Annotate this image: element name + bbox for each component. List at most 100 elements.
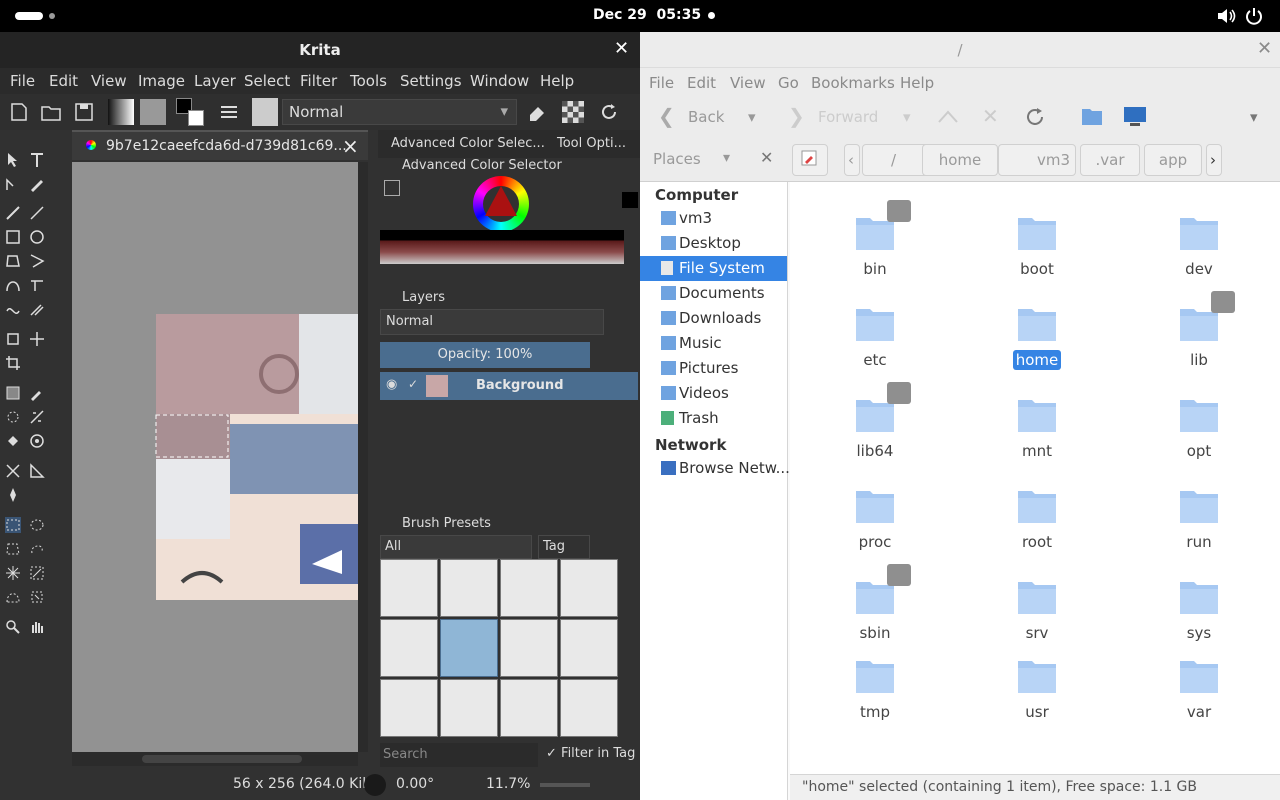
canvas-vertical-scrollbar[interactable] [358,162,368,752]
gradient-selector[interactable] [108,99,134,125]
layer-row[interactable]: ◉ ✓ Background [380,372,638,400]
power-icon[interactable] [1245,7,1263,25]
bezier-selection-icon[interactable] [5,589,21,605]
sidebar-item-downloads[interactable]: Downloads [640,306,787,331]
sidebar-item-desktop[interactable]: Desktop [640,231,787,256]
freehand-brush-icon[interactable] [5,205,21,221]
polygon-tool-icon[interactable] [5,253,21,269]
brush-preset-icon[interactable] [252,98,278,126]
scroll-thumb[interactable] [142,755,302,763]
forward-button[interactable]: Forward [818,108,878,126]
color-shade-selector[interactable] [380,230,624,264]
sidebar-item-documents[interactable]: Documents [640,281,787,306]
brush-preset[interactable] [380,679,438,737]
reload-icon[interactable] [598,101,620,123]
breadcrumb-vm3[interactable]: vm3 [998,144,1076,176]
brush-preset[interactable] [380,559,438,617]
calligraphy-icon[interactable] [29,176,45,192]
krita-menu-tools[interactable]: Tools [350,72,387,90]
files-menu-bookmarks[interactable]: Bookmarks [811,74,895,92]
places-label[interactable]: Places [653,150,701,168]
folder-item-opt[interactable]: opt [1139,372,1259,460]
up-arrow-icon[interactable] [937,108,959,124]
krita-menu-window[interactable]: Window [470,72,529,90]
files-menu-help[interactable]: Help [900,74,934,92]
sidebar-item-trash[interactable]: Trash [640,406,787,431]
sidebar-item-browse-network[interactable]: Browse Netw... [640,456,790,481]
freehand-selection-icon[interactable] [29,541,45,557]
canvas-area[interactable] [72,162,358,752]
krita-menu-layer[interactable]: Layer [194,72,236,90]
folder-item-lib[interactable]: lib [1139,281,1259,369]
sidebar-item-file-system[interactable]: File System [640,256,787,281]
reload-icon[interactable] [1023,105,1047,129]
measure-tool-icon[interactable] [29,463,45,479]
krita-menu-image[interactable]: Image [138,72,185,90]
filter-in-tag-checkbox[interactable]: ✓ Filter in Tag [546,746,635,761]
colorize-mask-icon[interactable] [5,409,21,425]
brush-search-input[interactable]: Search [380,743,538,767]
tab-advanced-color-selector[interactable]: Advanced Color Selec... [391,136,545,151]
folder-item-sys[interactable]: sys [1139,554,1259,642]
brush-preset[interactable] [560,679,618,737]
files-close-icon[interactable]: ✕ [1257,38,1272,59]
files-menu-edit[interactable]: Edit [687,74,716,92]
document-close-icon[interactable]: × [342,134,359,158]
brush-preset[interactable] [500,619,558,677]
gradient-tool-icon[interactable] [5,385,21,401]
bezier-tool-icon[interactable] [5,277,21,293]
tab-tool-options[interactable]: Tool Opti... [557,136,626,151]
back-button[interactable]: Back [688,108,724,126]
krita-menu-edit[interactable]: Edit [49,72,78,90]
close-sidebar-icon[interactable]: ✕ [760,148,773,167]
similar-selection-icon[interactable] [29,565,45,581]
blend-mode-select[interactable]: Normal ▾ [282,99,517,125]
krita-menu-select[interactable]: Select [244,72,290,90]
new-document-icon[interactable] [8,101,30,123]
enclose-fill-icon[interactable] [29,433,45,449]
folder-item-mnt[interactable]: mnt [977,372,1097,460]
krita-menu-filter[interactable]: Filter [300,72,337,90]
folder-item-sbin[interactable]: sbin [815,554,935,642]
forward-arrow-icon[interactable]: ❯ [788,104,805,128]
folder-item-bin[interactable]: bin [815,190,935,278]
sidebar-item-vm3[interactable]: vm3 [640,206,787,231]
magnetic-selection-icon[interactable] [29,589,45,605]
crop-tool-icon[interactable] [5,355,21,371]
rotation-icon[interactable] [364,774,386,796]
folder-item-lib64[interactable]: lib64 [815,372,935,460]
krita-menu-file[interactable]: File [10,72,35,90]
visibility-icon[interactable]: ◉ [386,377,397,392]
folder-item-boot[interactable]: boot [977,190,1097,278]
brush-preset-selected[interactable] [440,619,498,677]
background-color-swatch[interactable] [188,110,204,126]
brush-preset[interactable] [440,679,498,737]
menu-chevron-icon[interactable]: ▾ [1250,108,1258,126]
reference-image-icon[interactable] [5,487,21,503]
files-menu-file[interactable]: File [649,74,674,92]
folder-item-dev[interactable]: dev [1139,190,1259,278]
open-document-icon[interactable] [40,101,62,123]
rectangle-tool-icon[interactable] [5,229,21,245]
polyline-tool-icon[interactable] [29,253,45,269]
layer-check-icon[interactable]: ✓ [408,377,418,391]
folder-item-home[interactable]: home [977,281,1097,370]
brush-settings-icon[interactable] [218,101,240,123]
color-triangle[interactable] [483,184,519,218]
pan-tool-icon[interactable] [29,619,45,635]
assistant-tool-icon[interactable] [5,463,21,479]
dynamic-brush-icon[interactable] [5,301,21,317]
rectangular-selection-icon[interactable] [5,517,21,533]
zoom-slider[interactable] [540,783,590,787]
brush-preset[interactable] [560,559,618,617]
volume-icon[interactable] [1216,7,1236,25]
home-folder-icon[interactable] [1080,105,1104,127]
krita-menu-settings[interactable]: Settings [400,72,462,90]
multibrush-icon[interactable] [29,301,45,317]
move-tool-icon[interactable] [29,331,45,347]
forward-history-chevron-icon[interactable]: ▾ [903,108,911,126]
krita-close-icon[interactable]: ✕ [614,38,629,59]
color-wheel[interactable] [473,176,529,232]
computer-icon[interactable] [1122,105,1148,127]
folder-item-usr[interactable]: usr [977,633,1097,721]
